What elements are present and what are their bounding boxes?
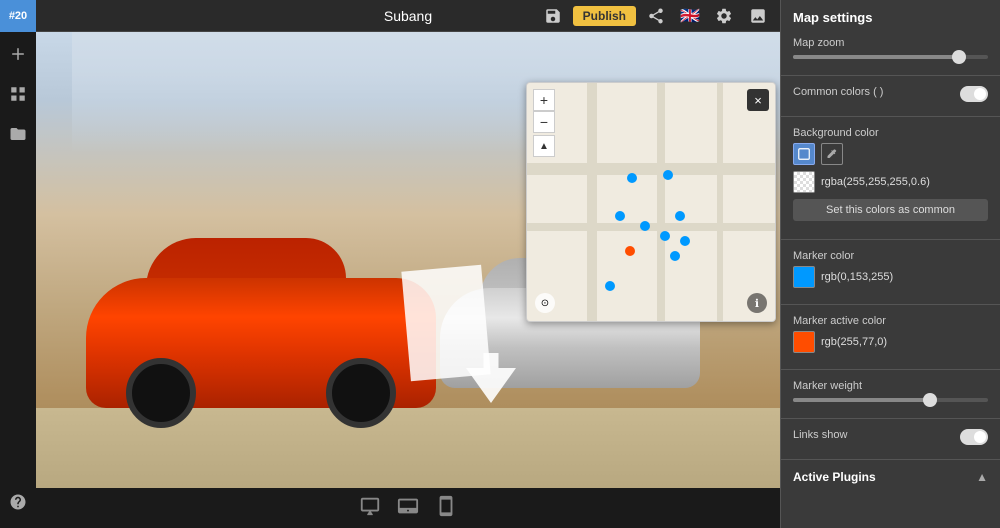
red-car-wheel-front bbox=[126, 358, 196, 428]
active-plugins-label: Active Plugins bbox=[793, 470, 876, 484]
background-color-label: Background color bbox=[793, 127, 988, 139]
eyedropper-icon[interactable] bbox=[821, 143, 843, 165]
settings-icon[interactable] bbox=[710, 2, 738, 30]
marker-weight-section: Marker weight bbox=[781, 374, 1000, 414]
divider-1 bbox=[781, 75, 1000, 76]
links-show-section: Links show bbox=[781, 423, 1000, 455]
divider-3 bbox=[781, 239, 1000, 240]
marker-color-value: rgb(0,153,255) bbox=[821, 271, 893, 283]
divider-7 bbox=[781, 459, 1000, 460]
map-road-v3 bbox=[717, 83, 723, 321]
save-icon[interactable] bbox=[539, 2, 567, 30]
flag-icon[interactable]: 🇬🇧 bbox=[676, 2, 704, 30]
marker-active-color-section: Marker active color rgb(255,77,0) bbox=[781, 309, 1000, 365]
divider-4 bbox=[781, 304, 1000, 305]
publish-button[interactable]: Publish bbox=[573, 6, 636, 26]
panel-title: Map settings bbox=[781, 0, 1000, 31]
showroom-sign bbox=[401, 265, 490, 382]
map-zoom-fill bbox=[793, 55, 959, 59]
sidebar-grid-icon[interactable] bbox=[0, 76, 36, 112]
map-road-v1 bbox=[587, 83, 597, 321]
links-show-row: Links show bbox=[793, 429, 988, 445]
map-zoom-thumb[interactable] bbox=[952, 50, 966, 64]
map-dot bbox=[670, 251, 680, 261]
map-dot-active bbox=[625, 246, 635, 256]
sidebar-add-icon[interactable] bbox=[0, 36, 36, 72]
scene-badge[interactable]: #20 bbox=[0, 0, 36, 32]
active-plugins-header[interactable]: Active Plugins ▲ bbox=[781, 464, 1000, 490]
links-toggle-knob bbox=[974, 431, 986, 443]
map-zoom-label: Map zoom bbox=[793, 37, 988, 49]
background-color-picker-icon[interactable] bbox=[793, 143, 815, 165]
share-icon[interactable] bbox=[642, 2, 670, 30]
common-colors-row: Common colors ( ) bbox=[793, 86, 988, 102]
links-show-toggle[interactable] bbox=[960, 429, 988, 445]
map-compass[interactable]: ▲ bbox=[533, 135, 555, 157]
marker-weight-fill bbox=[793, 398, 930, 402]
map-dot bbox=[675, 211, 685, 221]
desktop-view-button[interactable] bbox=[359, 495, 381, 522]
map-info-button[interactable]: ℹ bbox=[747, 293, 767, 313]
map-road-h1 bbox=[527, 163, 775, 175]
links-show-label: Links show bbox=[793, 429, 847, 441]
top-toolbar: Subang Publish 🇬🇧 bbox=[36, 0, 780, 32]
divider-6 bbox=[781, 418, 1000, 419]
map-zoom-section: Map zoom bbox=[781, 31, 1000, 71]
map-overlay: + − ▲ × ℹ ⊙ bbox=[526, 82, 776, 322]
map-locate-button[interactable]: ⊙ bbox=[535, 293, 555, 313]
set-common-button[interactable]: Set this colors as common bbox=[793, 199, 988, 221]
marker-active-row: rgb(255,77,0) bbox=[793, 331, 988, 353]
map-dot bbox=[640, 221, 650, 231]
marker-color-section: Marker color rgb(0,153,255) bbox=[781, 244, 1000, 300]
map-dot bbox=[605, 281, 615, 291]
background-color-row bbox=[793, 143, 988, 165]
map-zoom-slider[interactable] bbox=[793, 55, 988, 59]
divider-2 bbox=[781, 116, 1000, 117]
common-colors-toggle[interactable] bbox=[960, 86, 988, 102]
common-colors-label: Common colors ( ) bbox=[793, 86, 883, 98]
marker-weight-slider[interactable] bbox=[793, 398, 988, 402]
toggle-knob bbox=[974, 88, 986, 100]
divider-5 bbox=[781, 369, 1000, 370]
sidebar-help-icon[interactable] bbox=[0, 484, 36, 520]
left-sidebar: #20 bbox=[0, 0, 36, 528]
marker-color-swatch[interactable] bbox=[793, 266, 815, 288]
sidebar-folder-icon[interactable] bbox=[0, 116, 36, 152]
map-dot bbox=[627, 173, 637, 183]
main-content: Subang Publish 🇬🇧 bbox=[36, 0, 780, 528]
background-color-swatch[interactable] bbox=[793, 171, 815, 193]
mobile-view-button[interactable] bbox=[435, 495, 457, 522]
map-road-h2 bbox=[527, 223, 775, 231]
red-car-wheel-rear bbox=[326, 358, 396, 428]
map-dot bbox=[680, 236, 690, 246]
background-color-value: rgba(255,255,255,0.6) bbox=[821, 176, 930, 188]
map-dot bbox=[660, 231, 670, 241]
image-icon[interactable] bbox=[744, 2, 772, 30]
map-zoom-controls: + − ▲ bbox=[533, 89, 555, 157]
marker-color-row: rgb(0,153,255) bbox=[793, 266, 988, 288]
active-plugins-chevron: ▲ bbox=[976, 470, 988, 484]
toolbar-right: Publish 🇬🇧 bbox=[539, 2, 772, 30]
background-color-value-row: rgba(255,255,255,0.6) bbox=[793, 171, 988, 193]
panorama-view[interactable]: + − ▲ × ℹ ⊙ bbox=[36, 32, 780, 488]
common-colors-section: Common colors ( ) bbox=[781, 80, 1000, 112]
marker-active-value: rgb(255,77,0) bbox=[821, 336, 887, 348]
tablet-view-button[interactable] bbox=[397, 495, 419, 522]
map-road-v2 bbox=[657, 83, 665, 321]
map-dot bbox=[615, 211, 625, 221]
map-zoom-in-button[interactable]: + bbox=[533, 89, 555, 111]
right-panel: Map settings Map zoom Common colors ( ) … bbox=[780, 0, 1000, 528]
bottom-bar bbox=[36, 488, 780, 528]
map-dot bbox=[663, 170, 673, 180]
marker-weight-label: Marker weight bbox=[793, 380, 988, 392]
map-background bbox=[527, 83, 775, 321]
app-title: Subang bbox=[384, 8, 432, 24]
map-zoom-out-button[interactable]: − bbox=[533, 111, 555, 133]
marker-active-swatch[interactable] bbox=[793, 331, 815, 353]
marker-active-label: Marker active color bbox=[793, 315, 988, 327]
map-close-button[interactable]: × bbox=[747, 89, 769, 111]
marker-color-label: Marker color bbox=[793, 250, 988, 262]
background-color-section: Background color rgba(255,255,255,0.6) S… bbox=[781, 121, 1000, 235]
marker-weight-thumb[interactable] bbox=[923, 393, 937, 407]
